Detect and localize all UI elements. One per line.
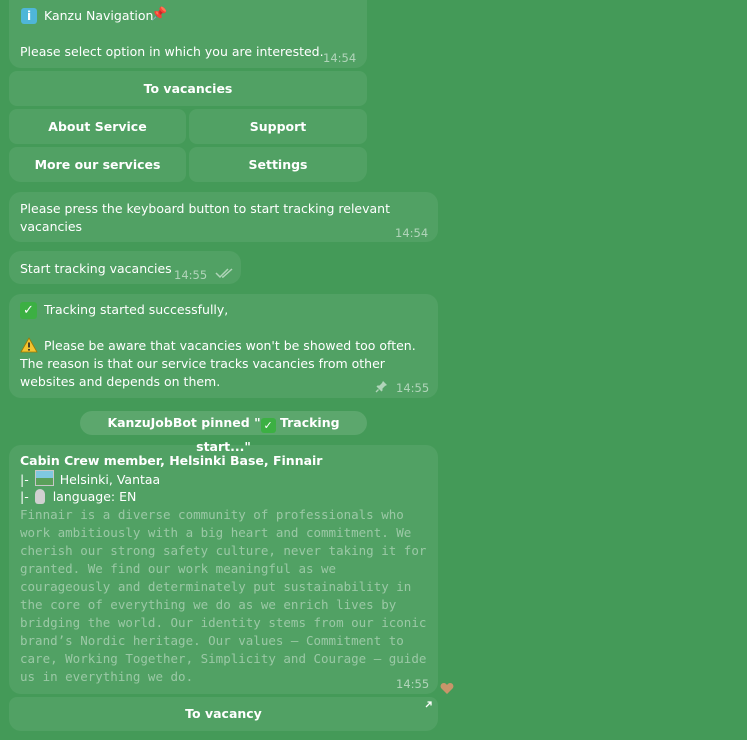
tracking-line1: Tracking started successfully, (44, 302, 229, 317)
pin-icon (375, 381, 387, 393)
heart-reaction-icon[interactable] (440, 680, 454, 694)
nav-body: Please select option in which you are in… (20, 44, 324, 59)
vacancy-language: language: EN (52, 489, 137, 504)
vacancy-time: 14:55 (396, 677, 430, 691)
tracking-line2: Please be aware that vacancies won't be … (20, 338, 416, 389)
settings-button[interactable]: Settings (189, 147, 367, 182)
to-vacancies-button[interactable]: To vacancies (9, 71, 367, 106)
pinned-text-before: KanzuJobBot pinned " (107, 415, 261, 430)
more-services-button[interactable]: More our services (9, 147, 186, 182)
check-mark-icon: ✓ (260, 418, 276, 433)
vacancy-title: Cabin Crew member, Helsinki Base, Finnai… (20, 453, 323, 468)
tracking-time: 14:55 (396, 381, 430, 395)
press-keyboard-text: Please press the keyboard button to star… (20, 201, 390, 234)
language-prefix: |- (20, 489, 29, 504)
nav-title: Kanzu Navigation (44, 8, 154, 23)
outgoing-time: 14:55 (174, 268, 208, 282)
location-prefix: |- (20, 472, 29, 487)
external-link-icon (425, 701, 432, 708)
press-keyboard-message: Please press the keyboard button to star… (9, 192, 438, 242)
vacancy-language-row: |- language: EN (20, 488, 136, 506)
vacancy-location-row: |- Helsinki, Vantaa (20, 470, 160, 489)
to-vacancy-label: To vacancy (185, 706, 262, 721)
tracking-message: ✓ Tracking started successfully, Please … (9, 294, 438, 398)
vacancy-location: Helsinki, Vantaa (59, 472, 161, 487)
check-mark-icon: ✓ (20, 302, 37, 319)
pinned-service-message[interactable]: KanzuJobBot pinned " ✓ Tracking start..." (80, 411, 367, 454)
support-button[interactable]: Support (189, 109, 367, 144)
press-keyboard-time: 14:54 (395, 226, 429, 240)
pushpin-icon: 📌 (151, 7, 168, 22)
info-icon: i (21, 8, 37, 24)
vacancy-message: Cabin Crew member, Helsinki Base, Finnai… (9, 445, 438, 694)
nav-time: 14:54 (323, 51, 357, 65)
outgoing-text: Start tracking vacancies (20, 261, 172, 276)
nav-message: i Kanzu Navigation 📌 Please select optio… (9, 0, 367, 68)
about-service-button[interactable]: About Service (9, 109, 186, 144)
to-vacancy-button[interactable]: To vacancy (9, 697, 438, 731)
double-check-icon (215, 268, 233, 279)
outgoing-message: Start tracking vacancies 14:55 (9, 251, 241, 284)
vacancy-description: Finnair is a diverse community of profes… (20, 507, 427, 684)
map-icon (34, 470, 54, 486)
microphone-icon (34, 489, 45, 504)
